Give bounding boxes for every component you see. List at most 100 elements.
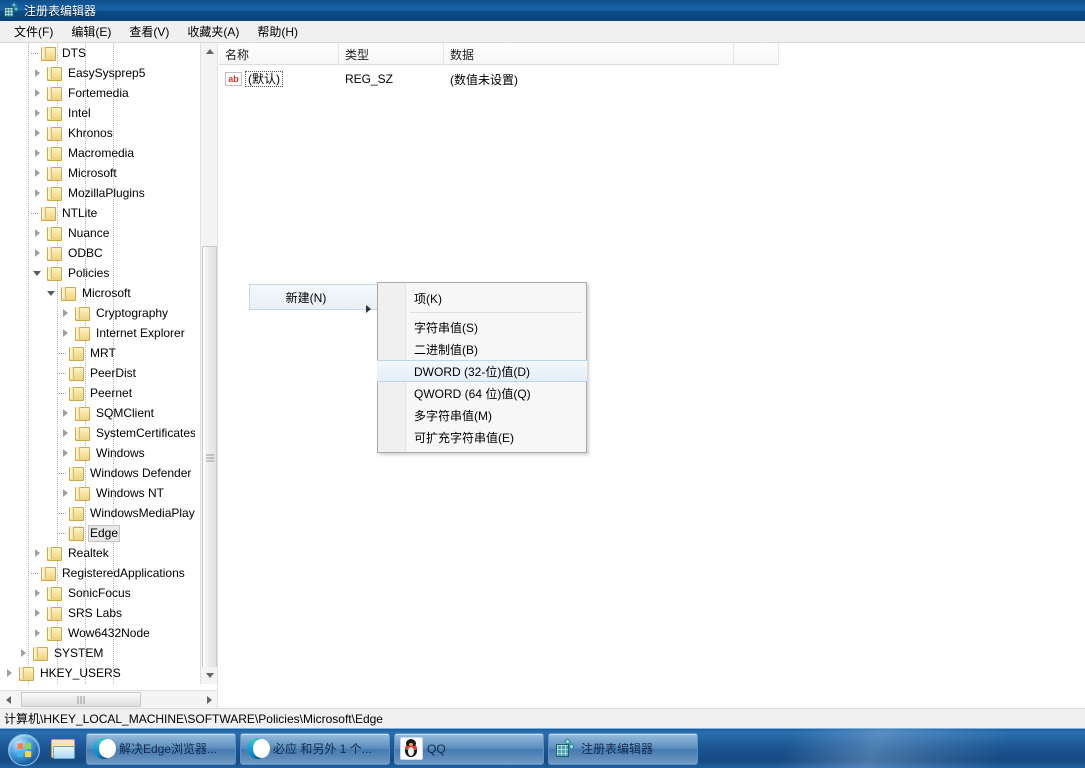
tree-item-edge[interactable]: Edge: [0, 523, 195, 543]
tree-item-sonicfocus[interactable]: SonicFocus: [0, 583, 195, 603]
tree-item-sqmclient[interactable]: SQMClient: [0, 403, 195, 423]
chevron-right-icon[interactable]: [30, 245, 46, 261]
submenu-item-1[interactable]: 字符串值(S): [378, 316, 586, 338]
tree-leaf-connector: [58, 365, 68, 381]
tree-item-hkey-users[interactable]: HKEY_USERS: [0, 663, 195, 683]
chevron-right-icon[interactable]: [30, 225, 46, 241]
taskbar-button-regedit[interactable]: 注册表编辑器: [548, 733, 698, 765]
chevron-right-icon[interactable]: [30, 65, 46, 81]
tree-item-microsoft[interactable]: Microsoft: [0, 163, 195, 183]
submenu-item-5[interactable]: 多字符串值(M): [378, 404, 586, 426]
submenu-item-2[interactable]: 二进制值(B): [378, 338, 586, 360]
tree-item-internet-explorer[interactable]: Internet Explorer: [0, 323, 195, 343]
tree-item-microsoft[interactable]: Microsoft: [0, 283, 195, 303]
chevron-right-icon[interactable]: [30, 85, 46, 101]
scroll-down-button[interactable]: [201, 667, 218, 684]
tree-item-macromedia[interactable]: Macromedia: [0, 143, 195, 163]
chevron-right-icon[interactable]: [58, 305, 74, 321]
tree-item-label: Microsoft: [80, 285, 133, 302]
tree-item-mrt[interactable]: MRT: [0, 343, 195, 363]
column-header-type[interactable]: 类型: [339, 43, 444, 65]
tree-item-srs-labs[interactable]: SRS Labs: [0, 603, 195, 623]
chevron-right-icon[interactable]: [30, 125, 46, 141]
tree-item-realtek[interactable]: Realtek: [0, 543, 195, 563]
chevron-right-icon[interactable]: [30, 105, 46, 121]
chevron-right-icon[interactable]: [30, 165, 46, 181]
submenu-item-4[interactable]: QWORD (64 位)值(Q): [378, 382, 586, 404]
chevron-right-icon[interactable]: [30, 545, 46, 561]
tree-item-windowsmediaplayer[interactable]: WindowsMediaPlayer: [0, 503, 195, 523]
registry-editor-window: 注册表编辑器 文件(F) 编辑(E) 查看(V) 收藏夹(A) 帮助(H) DT…: [0, 0, 1085, 768]
tree-item-system[interactable]: SYSTEM: [0, 643, 195, 663]
chevron-down-icon[interactable]: [44, 285, 60, 301]
chevron-right-icon[interactable]: [58, 445, 74, 461]
menu-edit[interactable]: 编辑(E): [63, 22, 119, 42]
chevron-right-icon[interactable]: [58, 405, 74, 421]
value-name-cell[interactable]: ab (默认): [219, 71, 339, 87]
tree-item-windows-nt[interactable]: Windows NT: [0, 483, 195, 503]
scroll-up-button[interactable]: [201, 43, 218, 60]
tree-item-intel[interactable]: Intel: [0, 103, 195, 123]
column-header-data[interactable]: 数据: [444, 43, 734, 65]
tree-leaf-connector: [58, 385, 68, 401]
tree-item-nuance[interactable]: Nuance: [0, 223, 195, 243]
context-menu-item-new[interactable]: 新建(N): [249, 284, 381, 310]
tree-item-fortemedia[interactable]: Fortemedia: [0, 83, 195, 103]
chevron-right-icon[interactable]: [30, 145, 46, 161]
folder-icon: [46, 546, 62, 560]
chevron-right-icon[interactable]: [30, 185, 46, 201]
tree-item-cryptography[interactable]: Cryptography: [0, 303, 195, 323]
tree-item-wow6432node[interactable]: Wow6432Node: [0, 623, 195, 643]
taskbar-button-qq[interactable]: QQ: [394, 733, 544, 765]
column-header-name[interactable]: 名称: [219, 43, 339, 65]
chevron-right-icon[interactable]: [58, 425, 74, 441]
submenu-item-6[interactable]: 可扩充字符串值(E): [378, 426, 586, 448]
chevron-right-icon[interactable]: [30, 625, 46, 641]
tree-item-dts[interactable]: DTS: [0, 43, 195, 63]
tree-item-label: HKEY_USERS: [38, 665, 123, 682]
tree-vertical-scrollbar[interactable]: [200, 43, 217, 684]
tree-horizontal-scrollbar[interactable]: [0, 690, 218, 708]
tree-item-easysysprep5[interactable]: EasySysprep5: [0, 63, 195, 83]
folder-icon: [74, 486, 90, 500]
taskbar-button-edge-2[interactable]: 必应 和另外 1 个...: [240, 733, 390, 765]
registry-tree[interactable]: DTSEasySysprep5FortemediaIntelKhronosMac…: [0, 43, 195, 684]
menu-favorites[interactable]: 收藏夹(A): [179, 22, 247, 42]
tree-item-registeredapplications[interactable]: RegisteredApplications: [0, 563, 195, 583]
scroll-right-button[interactable]: [201, 691, 218, 708]
chevron-right-icon[interactable]: [16, 645, 32, 661]
submenu-item-3[interactable]: DWORD (32-位)值(D): [377, 360, 587, 382]
vertical-scrollbar-thumb[interactable]: [202, 246, 217, 670]
menu-file[interactable]: 文件(F): [6, 22, 61, 42]
tree-item-windows[interactable]: Windows: [0, 443, 195, 463]
start-button[interactable]: [2, 731, 46, 767]
tree-item-khronos[interactable]: Khronos: [0, 123, 195, 143]
tree-item-peernet[interactable]: Peernet: [0, 383, 195, 403]
chevron-right-icon[interactable]: [30, 605, 46, 621]
tree-item-ntlite[interactable]: NTLite: [0, 203, 195, 223]
quicklaunch-explorer[interactable]: [46, 731, 82, 767]
submenu-item-label: QWORD (64 位)值(Q): [414, 385, 531, 402]
tree-item-odbc[interactable]: ODBC: [0, 243, 195, 263]
tree-item-policies[interactable]: Policies: [0, 263, 195, 283]
menu-view[interactable]: 查看(V): [121, 22, 177, 42]
tree-item-windows-defender[interactable]: Windows Defender: [0, 463, 195, 483]
chevron-down-icon[interactable]: [30, 265, 46, 281]
submenu-item-0[interactable]: 项(K): [378, 287, 586, 309]
tree-item-label: MRT: [88, 345, 118, 362]
title-bar[interactable]: 注册表编辑器: [0, 0, 1085, 21]
menu-help[interactable]: 帮助(H): [249, 22, 306, 42]
chevron-right-icon[interactable]: [58, 485, 74, 501]
scroll-left-button[interactable]: [0, 691, 17, 708]
chevron-right-icon[interactable]: [30, 585, 46, 601]
tree-item-peerdist[interactable]: PeerDist: [0, 363, 195, 383]
tree-item-systemcertificates[interactable]: SystemCertificates: [0, 423, 195, 443]
chevron-right-icon[interactable]: [2, 665, 18, 681]
chevron-right-icon[interactable]: [58, 325, 74, 341]
table-row[interactable]: ab (默认) REG_SZ (数值未设置): [219, 69, 779, 89]
taskbar-button-edge-1[interactable]: 解决Edge浏览器...: [86, 733, 236, 765]
tree-item-mozillaplugins[interactable]: MozillaPlugins: [0, 183, 195, 203]
horizontal-scrollbar-thumb[interactable]: [21, 692, 141, 707]
indent-spacer: [0, 525, 58, 541]
folder-icon: [74, 426, 90, 440]
